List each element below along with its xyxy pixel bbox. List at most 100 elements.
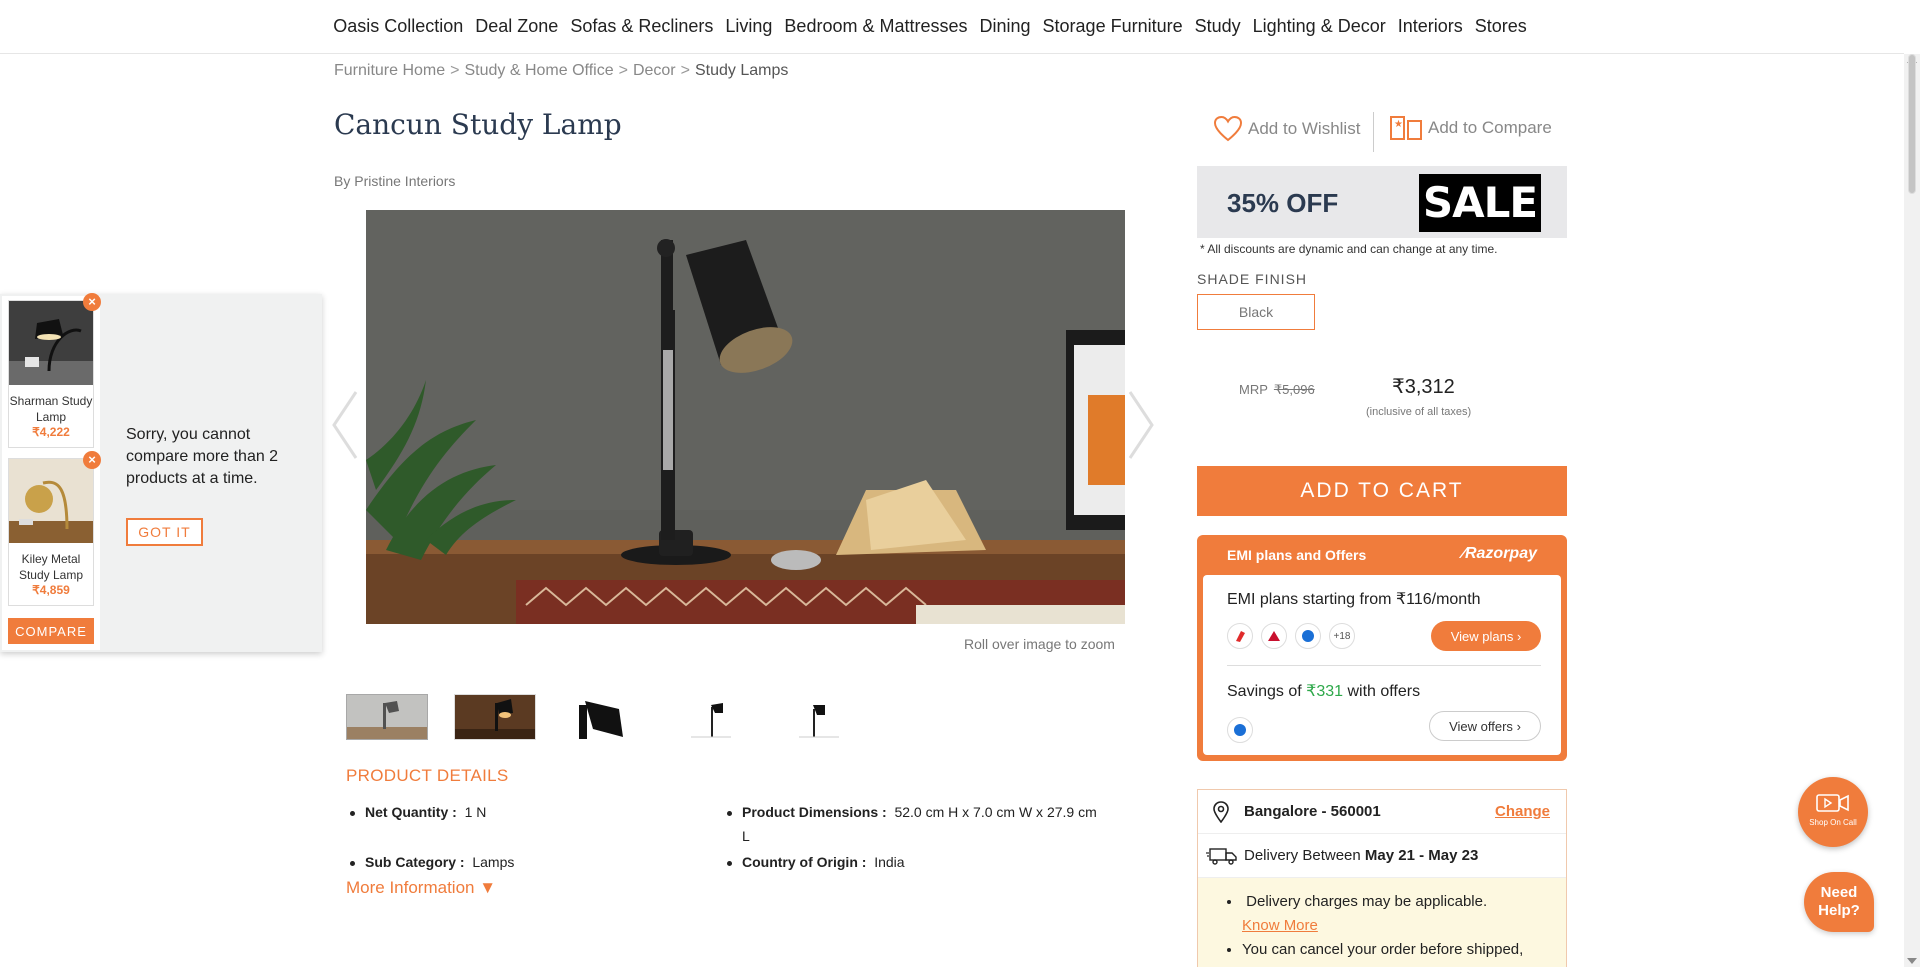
compare-item-name: Kiley Metal Study Lamp: [18, 552, 84, 582]
view-plans-label: View plans: [1450, 628, 1514, 644]
svg-text:★: ★: [1394, 119, 1403, 130]
view-plans-button[interactable]: View plans ›: [1431, 621, 1541, 651]
emi-divider: [1227, 665, 1541, 666]
nav-item-living[interactable]: Living: [725, 16, 772, 37]
heart-icon: [1214, 116, 1242, 142]
detail-dimensions: Product Dimensions : 52.0 cm H x 7.0 cm …: [727, 800, 1107, 848]
detail-label: Country of Origin :: [742, 854, 867, 870]
add-to-wishlist-link[interactable]: Add to Wishlist: [1214, 116, 1360, 142]
shop-on-call-button[interactable]: Shop On Call: [1798, 777, 1868, 847]
need-help-button[interactable]: Need Help?: [1804, 872, 1874, 932]
detail-value: Lamps: [472, 854, 515, 870]
compare-limit-message: Sorry, you cannot compare more than 2 pr…: [126, 426, 279, 487]
delivery-notes: Delivery charges may be applicable. Know …: [1198, 878, 1566, 967]
video-call-icon: [1816, 794, 1849, 812]
bank-logo-icon: [1227, 623, 1253, 649]
zoom-hint: Roll over image to zoom: [964, 636, 1115, 652]
nav-item-dining[interactable]: Dining: [980, 16, 1031, 37]
delivery-note-cancel: You can cancel your order before shipped…: [1242, 941, 1524, 967]
image-next-arrow[interactable]: [1126, 390, 1156, 460]
thumbnail-5[interactable]: [778, 694, 860, 740]
emi-details: EMI plans starting from ₹116/month +18 V…: [1203, 575, 1561, 755]
delivery-dates-row: Delivery Between May 21 - May 23: [1198, 834, 1566, 878]
detail-country-of-origin: Country of Origin : India: [727, 850, 905, 874]
got-it-button[interactable]: GOT IT: [126, 518, 203, 546]
breadcrumb-furniture-home[interactable]: Furniture Home: [334, 62, 445, 80]
savings-amount: ₹331: [1306, 683, 1344, 700]
truck-icon: [1206, 848, 1237, 865]
discount-disclaimer: * All discounts are dynamic and can chan…: [1200, 242, 1498, 256]
compare-item-image: [9, 301, 93, 385]
product-details-title: PRODUCT DETAILS: [346, 766, 509, 785]
nav-item-oasis-collection[interactable]: Oasis Collection: [333, 16, 463, 37]
bullet: [350, 810, 355, 816]
detail-net-quantity: Net Quantity : 1 N: [350, 800, 486, 824]
more-information-link[interactable]: More Information ▼: [346, 878, 496, 898]
detail-label: Product Dimensions :: [742, 804, 887, 820]
nav-item-bedroom-mattresses[interactable]: Bedroom & Mattresses: [784, 16, 967, 37]
mrp-value: ₹5,096: [1273, 382, 1315, 397]
savings-prefix: Savings of: [1227, 683, 1307, 700]
remove-compare-item-icon[interactable]: ×: [83, 451, 101, 469]
breadcrumb-separator: >: [450, 62, 460, 79]
nav-item-storage-furniture[interactable]: Storage Furniture: [1043, 16, 1183, 37]
bullet: [350, 860, 355, 866]
image-prev-arrow[interactable]: [330, 390, 360, 460]
view-offers-label: View offers: [1449, 718, 1513, 734]
page-scrollbar[interactable]: [1904, 54, 1920, 967]
sale-banner: 35% OFF SALE: [1197, 166, 1567, 238]
change-location-link[interactable]: Change: [1495, 803, 1550, 820]
nav-item-lighting-decor[interactable]: Lighting & Decor: [1253, 16, 1386, 37]
shade-finish-option[interactable]: Black: [1197, 294, 1315, 330]
savings-text: Savings of ₹331 with offers: [1227, 681, 1420, 701]
bank-logo-icon: [1227, 717, 1253, 743]
nav-item-interiors[interactable]: Interiors: [1398, 16, 1463, 37]
nav-item-deal-zone[interactable]: Deal Zone: [475, 16, 558, 37]
nav-item-study[interactable]: Study: [1195, 16, 1241, 37]
bank-logo-icon: [1295, 623, 1321, 649]
compare-button[interactable]: COMPARE: [8, 618, 94, 644]
thumbnail-1[interactable]: [346, 694, 428, 740]
location-row: Bangalore - 560001 Change: [1198, 790, 1566, 834]
delivery-box: Bangalore - 560001 Change Delivery Betwe…: [1197, 789, 1567, 967]
view-offers-button[interactable]: View offers ›: [1429, 711, 1541, 741]
shade-finish-label: SHADE FINISH: [1197, 271, 1308, 287]
breadcrumb-separator: >: [618, 62, 628, 79]
breadcrumb-study-home-office[interactable]: Study & Home Office: [465, 62, 614, 80]
thumbnail-2[interactable]: [454, 694, 536, 740]
compare-item-name: Sharman Study Lamp: [9, 394, 93, 424]
delivery-between-label: Delivery Between: [1244, 847, 1365, 864]
scroll-down-icon[interactable]: [1907, 958, 1917, 964]
mrp-label: MRP: [1239, 382, 1268, 397]
bullet: [727, 810, 732, 816]
compare-item-image: [9, 459, 93, 543]
detail-sub-category: Sub Category : Lamps: [350, 850, 514, 874]
main-product-image[interactable]: [366, 210, 1125, 624]
emi-offers-box: EMI plans and Offers ⁄Razorpay EMI plans…: [1197, 535, 1567, 761]
add-to-compare-link[interactable]: ★ Add to Compare: [1390, 116, 1552, 140]
scrollbar-thumb[interactable]: [1908, 54, 1916, 194]
emi-plans-text: EMI plans starting from ₹116/month: [1227, 591, 1481, 608]
mrp: MRP ₹5,096: [1239, 382, 1315, 398]
know-more-link[interactable]: Know More: [1242, 917, 1318, 934]
add-to-cart-button[interactable]: ADD TO CART: [1197, 466, 1567, 516]
nav-item-stores[interactable]: Stores: [1475, 16, 1527, 37]
action-divider: [1373, 112, 1374, 152]
thumbnail-4[interactable]: [670, 694, 752, 740]
emi-header: EMI plans and Offers: [1227, 547, 1367, 563]
delivery-note-item: Delivery charges may be applicable. Know …: [1242, 890, 1550, 938]
detail-label: Net Quantity :: [365, 804, 457, 820]
delivery-note-item: You can cancel your order before shipped…: [1242, 938, 1550, 967]
remove-compare-item-icon[interactable]: ×: [83, 293, 101, 311]
compare-item[interactable]: Kiley Metal Study Lamp ₹4,859 ×: [8, 451, 101, 606]
sale-tag: SALE: [1419, 174, 1541, 232]
thumbnail-3[interactable]: [562, 694, 644, 740]
delivery-location: Bangalore - 560001: [1244, 803, 1381, 820]
detail-value-cont: L: [742, 828, 750, 844]
nav-item-sofas-recliners[interactable]: Sofas & Recliners: [570, 16, 713, 37]
compare-item[interactable]: Sharman Study Lamp ₹4,222 ×: [8, 293, 101, 448]
shop-on-call-label: Shop On Call: [1809, 818, 1857, 827]
offer-bank-icons: [1227, 717, 1253, 743]
razorpay-logo: ⁄Razorpay: [1462, 545, 1537, 563]
breadcrumb-decor[interactable]: Decor: [633, 62, 676, 80]
